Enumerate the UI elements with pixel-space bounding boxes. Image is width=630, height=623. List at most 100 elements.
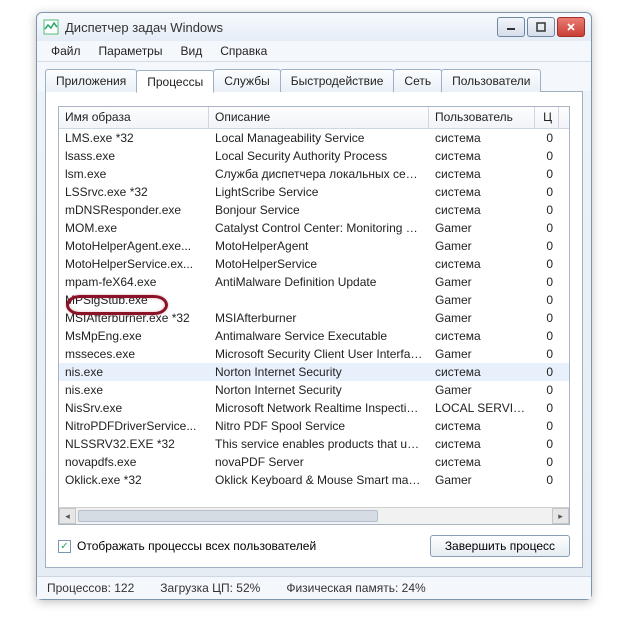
close-button[interactable] — [557, 17, 585, 37]
table-row[interactable]: MotoHelperAgent.exe...MotoHelperAgentGam… — [59, 237, 569, 255]
table-row[interactable]: MsMpEng.exeAntimalware Service Executabl… — [59, 327, 569, 345]
table-row[interactable]: lsm.exeСлужба диспетчера локальных сеанс… — [59, 165, 569, 183]
cell-user: система — [429, 418, 535, 434]
status-memory: Физическая память: 24% — [286, 581, 425, 595]
cell-user: Gamer — [429, 274, 535, 290]
cell-name: MSIAfterburner.exe *32 — [59, 310, 209, 326]
minimize-button[interactable] — [497, 17, 525, 37]
tab-0[interactable]: Приложения — [45, 69, 137, 92]
cell-cpu: 0 — [535, 310, 559, 326]
table-row[interactable]: msseces.exeMicrosoft Security Client Use… — [59, 345, 569, 363]
menu-view[interactable]: Вид — [172, 42, 210, 60]
cell-name: MPSigStub.exe — [59, 292, 209, 308]
cell-desc: Local Security Authority Process — [209, 148, 429, 164]
statusbar: Процессов: 122 Загрузка ЦП: 52% Физическ… — [37, 576, 591, 599]
cell-user: система — [429, 148, 535, 164]
table-row[interactable]: MSIAfterburner.exe *32MSIAfterburnerGame… — [59, 309, 569, 327]
cell-desc: Microsoft Network Realtime Inspection S.… — [209, 400, 429, 416]
status-cpu: Загрузка ЦП: 52% — [160, 581, 260, 595]
cell-cpu: 0 — [535, 202, 559, 218]
cell-cpu: 0 — [535, 472, 559, 488]
cell-desc: MotoHelperAgent — [209, 238, 429, 254]
cell-name: MotoHelperAgent.exe... — [59, 238, 209, 254]
tab-2[interactable]: Службы — [213, 69, 280, 92]
column-cpu[interactable]: Ц — [535, 107, 559, 128]
menu-options[interactable]: Параметры — [91, 42, 171, 60]
panel-footer: ✓ Отображать процессы всех пользователей… — [58, 535, 570, 557]
cell-desc: Norton Internet Security — [209, 364, 429, 380]
cell-name: mDNSResponder.exe — [59, 202, 209, 218]
cell-cpu: 0 — [535, 130, 559, 146]
maximize-button[interactable] — [527, 17, 555, 37]
end-process-button[interactable]: Завершить процесс — [430, 535, 570, 557]
scroll-thumb[interactable] — [78, 510, 378, 522]
cell-desc: Norton Internet Security — [209, 382, 429, 398]
cell-user: система — [429, 184, 535, 200]
cell-name: NLSSRV32.EXE *32 — [59, 436, 209, 452]
cell-user: Gamer — [429, 238, 535, 254]
table-row[interactable]: novapdfs.exenovaPDF Serverсистема0 — [59, 453, 569, 471]
column-description[interactable]: Описание — [209, 107, 429, 128]
table-row[interactable]: MPSigStub.exe Gamer0 — [59, 291, 569, 309]
tab-5[interactable]: Пользователи — [441, 69, 541, 92]
cell-desc: Bonjour Service — [209, 202, 429, 218]
table-row[interactable]: LMS.exe *32Local Manageability Serviceси… — [59, 129, 569, 147]
listview-header: Имя образа Описание Пользователь Ц — [59, 107, 569, 129]
scroll-left-button[interactable]: ◂ — [59, 508, 76, 524]
cell-user: Gamer — [429, 472, 535, 488]
app-icon — [43, 19, 59, 35]
titlebar[interactable]: Диспетчер задач Windows — [37, 13, 591, 41]
cell-cpu: 0 — [535, 148, 559, 164]
cell-user: LOCAL SERVICE — [429, 400, 535, 416]
cell-user: Gamer — [429, 310, 535, 326]
window-controls — [497, 17, 585, 37]
cell-cpu: 0 — [535, 238, 559, 254]
cell-name: lsm.exe — [59, 166, 209, 182]
status-process-count: Процессов: 122 — [47, 581, 134, 595]
table-row[interactable]: NitroPDFDriverService...Nitro PDF Spool … — [59, 417, 569, 435]
cell-cpu: 0 — [535, 328, 559, 344]
show-all-users-checkbox[interactable]: ✓ Отображать процессы всех пользователей — [58, 539, 316, 553]
cell-name: Oklick.exe *32 — [59, 472, 209, 488]
table-row[interactable]: MotoHelperService.ex...MotoHelperService… — [59, 255, 569, 273]
checkbox-icon: ✓ — [58, 540, 71, 553]
cell-desc: Antimalware Service Executable — [209, 328, 429, 344]
table-row[interactable]: NisSrv.exeMicrosoft Network Realtime Ins… — [59, 399, 569, 417]
scroll-right-button[interactable]: ▸ — [552, 508, 569, 524]
table-row[interactable]: nis.exeNorton Internet SecurityGamer0 — [59, 381, 569, 399]
column-user[interactable]: Пользователь — [429, 107, 535, 128]
cell-name: MOM.exe — [59, 220, 209, 236]
table-row[interactable]: NLSSRV32.EXE *32This service enables pro… — [59, 435, 569, 453]
cell-desc: Local Manageability Service — [209, 130, 429, 146]
process-listview[interactable]: Имя образа Описание Пользователь Ц LMS.e… — [58, 106, 570, 525]
cell-desc: LightScribe Service — [209, 184, 429, 200]
tab-4[interactable]: Сеть — [393, 69, 442, 92]
tab-1[interactable]: Процессы — [136, 70, 214, 93]
cell-name: MotoHelperService.ex... — [59, 256, 209, 272]
cell-user: Gamer — [429, 220, 535, 236]
table-row[interactable]: nis.exeNorton Internet Securityсистема0 — [59, 363, 569, 381]
table-row[interactable]: Oklick.exe *32Oklick Keyboard & Mouse Sm… — [59, 471, 569, 489]
cell-user: система — [429, 436, 535, 452]
horizontal-scrollbar[interactable]: ◂ ▸ — [59, 507, 569, 524]
table-row[interactable]: lsass.exeLocal Security Authority Proces… — [59, 147, 569, 165]
table-row[interactable]: mpam-feX64.exeAntiMalware Definition Upd… — [59, 273, 569, 291]
tab-3[interactable]: Быстродействие — [280, 69, 395, 92]
table-row[interactable]: MOM.exeCatalyst Control Center: Monitori… — [59, 219, 569, 237]
table-row[interactable]: mDNSResponder.exeBonjour Serviceсистема0 — [59, 201, 569, 219]
window-title: Диспетчер задач Windows — [65, 20, 497, 35]
table-row[interactable]: LSSrvc.exe *32LightScribe Serviceсистема… — [59, 183, 569, 201]
column-image-name[interactable]: Имя образа — [59, 107, 209, 128]
menu-help[interactable]: Справка — [212, 42, 275, 60]
cell-cpu: 0 — [535, 364, 559, 380]
cell-desc: novaPDF Server — [209, 454, 429, 470]
cell-cpu: 0 — [535, 220, 559, 236]
cell-cpu: 0 — [535, 274, 559, 290]
cell-user: Gamer — [429, 292, 535, 308]
listview-body[interactable]: LMS.exe *32Local Manageability Serviceси… — [59, 129, 569, 507]
checkbox-label: Отображать процессы всех пользователей — [77, 539, 316, 553]
menu-file[interactable]: Файл — [43, 42, 89, 60]
cell-desc — [209, 299, 429, 301]
menubar: Файл Параметры Вид Справка — [37, 41, 591, 62]
cell-cpu: 0 — [535, 292, 559, 308]
